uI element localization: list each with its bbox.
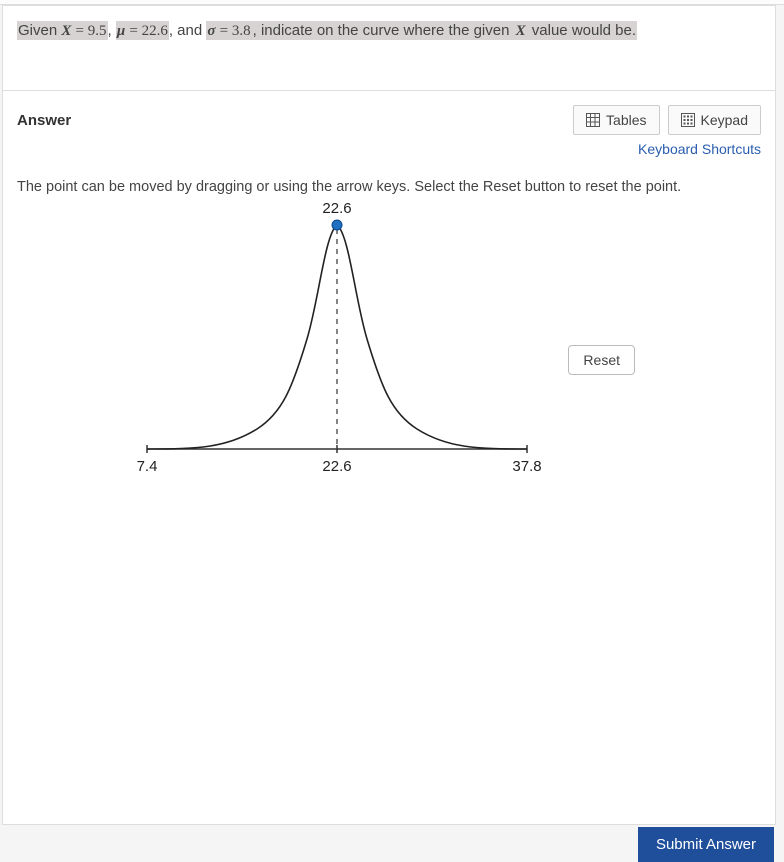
instruction-text: The point can be moved by dragging or us… (17, 179, 761, 195)
tables-button[interactable]: Tables (573, 105, 659, 135)
keypad-button[interactable]: Keypad (668, 105, 761, 135)
tables-icon (586, 113, 600, 127)
answer-header: Answer Tables (17, 105, 761, 135)
xtick-mid: 22.6 (322, 458, 351, 475)
reset-button[interactable]: Reset (568, 345, 635, 375)
submit-bar: Submit Answer (0, 827, 784, 862)
question-area: Given X = 9.5, μ = 22.6, and σ = 3.8, in… (3, 6, 775, 91)
tables-label: Tables (606, 112, 646, 128)
normal-curve-chart[interactable]: 7.4 22.6 37.8 22.6 (127, 199, 547, 489)
question-text: Given X = 9.5, μ = 22.6, and σ = 3.8, in… (17, 21, 637, 40)
answer-label: Answer (17, 112, 71, 129)
xtick-left: 7.4 (137, 458, 158, 475)
question-container: Given X = 9.5, μ = 22.6, and σ = 3.8, in… (2, 5, 776, 825)
keyboard-shortcuts-link[interactable]: Keyboard Shortcuts (17, 141, 761, 157)
header-buttons: Tables (573, 105, 761, 135)
xtick-right: 37.8 (512, 458, 541, 475)
draggable-point[interactable] (332, 220, 342, 230)
marker-label: 22.6 (322, 200, 351, 217)
keypad-icon (681, 113, 695, 127)
graph-row: 7.4 22.6 37.8 22.6 Reset (17, 199, 761, 499)
bell-curve (147, 225, 527, 449)
submit-answer-button[interactable]: Submit Answer (638, 827, 774, 862)
keypad-label: Keypad (701, 112, 748, 128)
answer-area: Answer Tables (3, 91, 775, 513)
